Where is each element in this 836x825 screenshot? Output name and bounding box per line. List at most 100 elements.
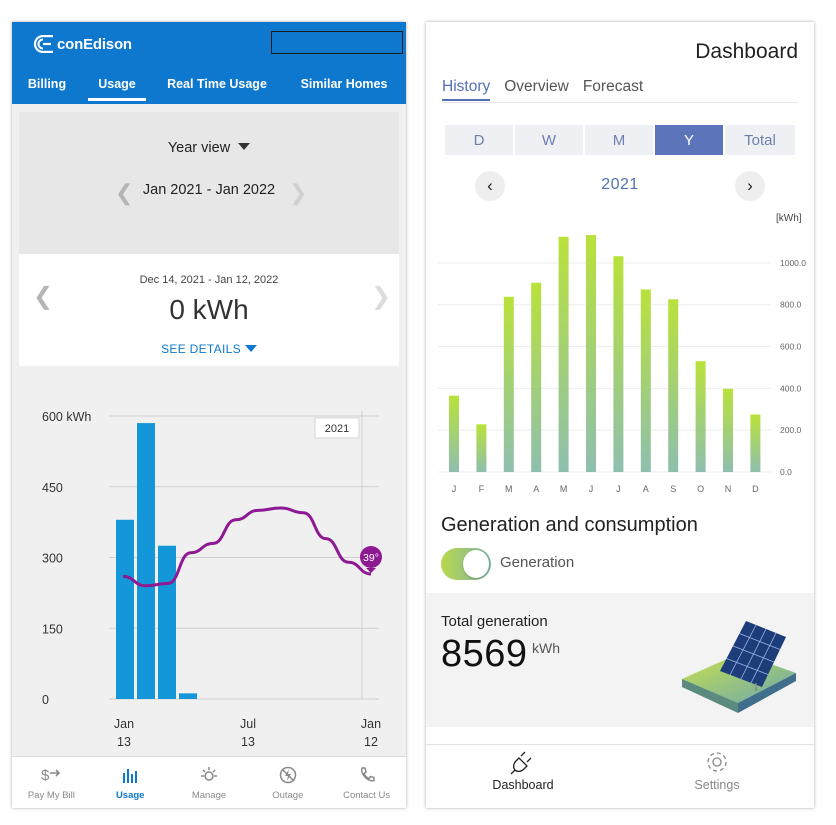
redacted-account-box — [271, 31, 403, 54]
solar-panel-illustration — [682, 621, 796, 713]
x-tick-label: J — [616, 484, 621, 494]
x-tick-sublabel: 13 — [241, 735, 255, 749]
usage-chart: 600 kWh 450 300 150 0 2021 39° Jan 13 Jul 13 Jan 12 — [19, 366, 399, 756]
y-tick-label: 0.0 — [780, 467, 792, 477]
period-dates: Dec 14, 2021 - Jan 12, 2022 — [139, 274, 279, 286]
generation-bar — [695, 361, 706, 472]
y-tick-label: 800.0 — [780, 300, 802, 310]
y-tick-label: 200.0 — [780, 425, 802, 435]
caret-down-icon — [244, 345, 257, 352]
x-tick-label: A — [643, 484, 649, 494]
dollar-transfer-icon: $ — [41, 767, 61, 784]
nav-label: Usage — [115, 790, 145, 801]
x-tick-label: Jan — [361, 717, 381, 731]
x-tick-label: D — [752, 484, 759, 494]
nav-dashboard[interactable]: Dashboard — [426, 745, 620, 808]
tab-billing[interactable]: Billing — [12, 64, 82, 104]
x-tick-label: J — [452, 484, 457, 494]
nav-label: Manage — [191, 790, 227, 801]
tab-similar-homes[interactable]: Similar Homes — [282, 64, 406, 104]
y-tick-label: 600.0 — [780, 342, 802, 352]
nav-usage[interactable]: Usage — [91, 757, 170, 808]
bottom-nav: $ Pay My Bill Usage Manage Outage Contac… — [12, 756, 406, 808]
y-tick-label: 150 — [42, 622, 63, 636]
section-title: Generation and consumption — [441, 514, 698, 536]
toggle-knob — [463, 550, 489, 578]
x-tick-label: M — [505, 484, 513, 494]
generation-bar — [558, 236, 569, 472]
usage-bar — [137, 423, 155, 699]
nav-settings[interactable]: Settings — [620, 745, 814, 808]
svg-text:$: $ — [41, 767, 50, 784]
generation-bar — [586, 235, 596, 472]
nav-label: Contact Us — [343, 790, 391, 801]
x-tick-sublabel: 12 — [364, 735, 378, 749]
generation-bar — [668, 299, 679, 472]
total-generation-label: Total generation — [441, 613, 548, 630]
period-day-button[interactable]: D — [445, 125, 513, 155]
nav-label: Dashboard — [492, 778, 554, 792]
temp-badge-label: 39° — [363, 552, 379, 564]
tabs-divider — [442, 102, 798, 103]
conedison-logo-icon — [33, 35, 53, 53]
bottom-nav: Dashboard Settings — [426, 744, 814, 808]
next-range-chevron-icon[interactable]: ❯ — [289, 180, 307, 206]
generation-bar — [503, 296, 514, 472]
solar-dashboard-screen: Dashboard History Overview Forecast D W … — [426, 22, 814, 808]
nav-pay-my-bill[interactable]: $ Pay My Bill — [12, 757, 91, 808]
usage-bar — [179, 693, 197, 699]
period-usage-value: 0 kWh — [169, 294, 249, 325]
see-details-label: SEE DETAILS — [161, 342, 241, 356]
generation-bar — [613, 256, 624, 472]
view-dropdown[interactable]: Year view — [19, 140, 399, 156]
year-selector-panel: Year view ❮ Jan 2021 - Jan 2022 ❯ — [19, 112, 399, 254]
total-generation-card: Total generation 8569 kWh — [426, 593, 814, 727]
x-tick-sublabel: 13 — [117, 735, 131, 749]
nav-label: Pay My Bill — [27, 790, 75, 801]
total-generation-unit: kWh — [532, 640, 560, 656]
period-week-button[interactable]: W — [515, 125, 583, 155]
caret-down-icon — [238, 143, 251, 150]
usage-chart-svg: 600 kWh 450 300 150 0 2021 39° Jan 13 Jul 13 Jan 12 — [19, 366, 399, 756]
generation-bar — [476, 424, 487, 472]
date-range-label: Jan 2021 - Jan 2022 — [142, 182, 276, 198]
tab-usage[interactable]: Usage — [82, 64, 152, 104]
period-total-button[interactable]: Total — [725, 125, 795, 155]
conedison-app-screen: conEdison Billing Usage Real Time Usage … — [12, 22, 406, 808]
y-tick-label: 600 kWh — [42, 410, 91, 424]
tab-history[interactable]: History — [442, 78, 491, 101]
x-tick-label: Jul — [240, 717, 256, 731]
nav-contact-us[interactable]: Contact Us — [327, 757, 406, 808]
x-tick-label: M — [560, 484, 568, 494]
next-period-chevron-icon[interactable]: ❯ — [371, 282, 391, 311]
view-dropdown-label: Year view — [167, 140, 231, 156]
y-tick-label: 400.0 — [780, 383, 802, 393]
nav-outage[interactable]: Outage — [248, 757, 327, 808]
x-tick-label: J — [589, 484, 594, 494]
brand-name: conEdison — [57, 35, 132, 53]
y-tick-label: 300 — [42, 552, 63, 566]
tab-overview[interactable]: Overview — [504, 78, 569, 101]
period-month-button[interactable]: M — [585, 125, 653, 155]
see-details-link[interactable]: SEE DETAILS — [19, 342, 399, 356]
period-year-button[interactable]: Y — [655, 125, 723, 155]
generation-chart-svg: 1000.0 800.0 600.0 400.0 200.0 0.0 J F M A M J J A S O N… — [438, 235, 806, 494]
next-year-chevron-icon[interactable]: › — [735, 171, 765, 201]
x-tick-label: S — [670, 484, 676, 494]
bar-chart-icon — [123, 769, 138, 783]
page-title: Dashboard — [695, 40, 798, 63]
generation-bar — [449, 395, 459, 472]
generation-bar — [723, 388, 733, 472]
generation-toggle[interactable] — [441, 548, 491, 580]
x-tick-label: A — [533, 484, 539, 494]
conedison-logo: conEdison — [32, 35, 132, 53]
nav-manage[interactable]: Manage — [170, 757, 249, 808]
app-header: conEdison Billing Usage Real Time Usage … — [12, 22, 406, 104]
tab-real-time-usage[interactable]: Real Time Usage — [152, 64, 282, 104]
toggle-label: Generation — [500, 554, 575, 571]
sun-gear-icon — [200, 767, 217, 781]
x-tick-label: F — [479, 484, 485, 494]
x-tick-label: O — [697, 484, 704, 494]
outage-icon — [279, 766, 297, 784]
tab-forecast[interactable]: Forecast — [583, 78, 643, 101]
